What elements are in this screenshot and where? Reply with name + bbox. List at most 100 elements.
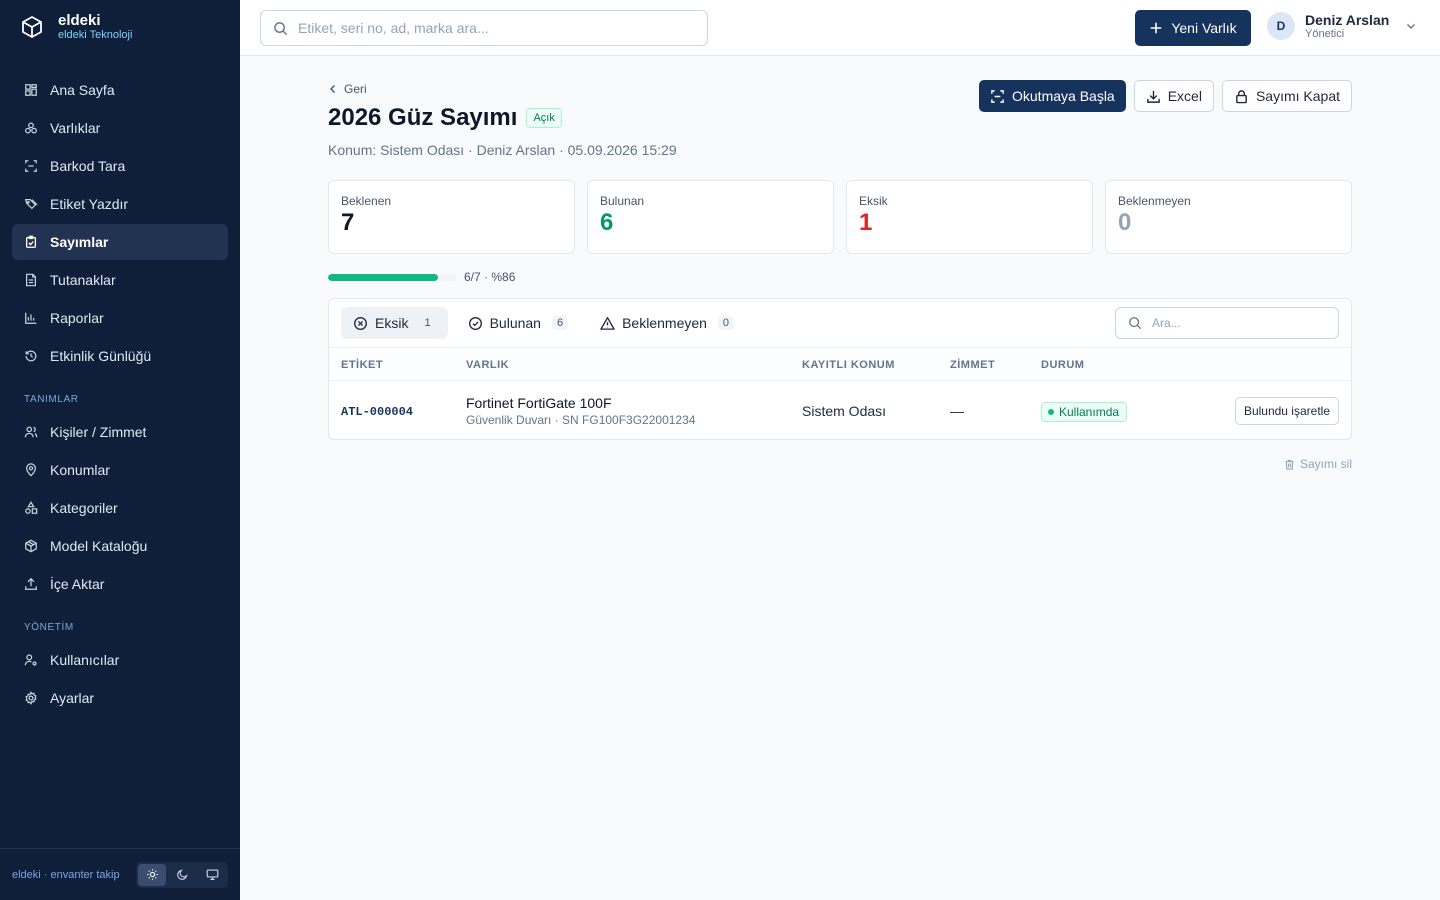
progress-fill — [328, 273, 439, 281]
page-title: 2026 Güz Sayımı — [328, 104, 518, 131]
user-name: Deniz Arslan — [1305, 12, 1390, 28]
tab-found[interactable]: Bulunan 6 — [456, 307, 581, 339]
history-icon — [25, 350, 37, 362]
scan-icon — [991, 89, 1004, 103]
gear-icon — [25, 691, 37, 705]
topbar: Yeni Varlık D Deniz Arslan Yönetici — [240, 0, 1440, 56]
sidebar-nav: Ana Sayfa Varlıklar Barkod Tara Etiket Y… — [12, 72, 228, 718]
sidebar-item-barkod-tara[interactable]: Barkod Tara — [12, 148, 228, 184]
theme-system-button[interactable] — [198, 864, 226, 886]
user-role: Yönetici — [1305, 28, 1345, 40]
brand[interactable]: eldeki eldeki Teknoloji — [20, 12, 132, 42]
status-badge: Açık — [526, 108, 562, 128]
plus-icon — [1151, 22, 1162, 34]
stat-label: Beklenmeyen — [1118, 194, 1191, 208]
tab-missing[interactable]: Eksik 1 — [341, 307, 448, 339]
sidebar-item-label: Konumlar — [50, 462, 110, 478]
back-link[interactable]: Geri — [328, 82, 367, 96]
close-count-button[interactable]: Sayımı Kapat — [1221, 80, 1352, 112]
user-menu[interactable]: D Deniz Arslan Yönetici — [1267, 12, 1417, 40]
sidebar-item-label: İçe Aktar — [50, 576, 105, 592]
stat-value: 7 — [341, 209, 355, 236]
sidebar-item-ayarlar[interactable]: Ayarlar — [12, 680, 228, 716]
mark-found-button[interactable]: Bulundu işaretle — [1234, 397, 1339, 425]
sidebar-item-tutanaklar[interactable]: Tutanaklar — [12, 262, 228, 298]
stat-value: 0 — [1118, 209, 1132, 236]
count-meta: Konum: Sistem Odası · Deniz Arslan · 05.… — [328, 142, 677, 158]
clipboard-check-icon — [25, 235, 37, 248]
sidebar-item-label: Kategoriler — [50, 500, 118, 516]
excel-button[interactable]: Excel — [1133, 80, 1214, 112]
bar-chart-icon — [25, 312, 37, 324]
table-search[interactable] — [1115, 307, 1339, 339]
start-scan-button[interactable]: Okutmaya Başla — [979, 80, 1126, 112]
sidebar-item-label: Raporlar — [50, 310, 104, 326]
package-icon — [25, 539, 37, 553]
table-search-input[interactable] — [1152, 316, 1322, 330]
result-tabs: Eksik 1 Bulunan 6 Beklenmeyen 0 — [341, 307, 746, 339]
scan-icon — [25, 160, 37, 172]
delete-count-link[interactable]: Sayımı sil — [1284, 457, 1352, 471]
status-dot — [1048, 409, 1054, 415]
sidebar-item-label: Barkod Tara — [50, 158, 126, 174]
sidebar-item-label: Etiket Yazdır — [50, 196, 129, 212]
nav-section-admin: YÖNETİM — [24, 622, 74, 633]
upload-icon — [25, 577, 37, 590]
stat-label: Eksik — [859, 194, 888, 208]
asset-name[interactable]: Fortinet FortiGate 100F — [466, 395, 695, 411]
status-cell: Kullanımda — [1041, 402, 1128, 422]
sidebar-item-etkinlik-gunlugu[interactable]: Etkinlik Günlüğü — [12, 338, 228, 374]
stat-card-expected: Beklenen 7 — [328, 180, 575, 254]
sidebar-item-varliklar[interactable]: Varlıklar — [12, 110, 228, 146]
theme-dark-button[interactable] — [168, 864, 196, 886]
file-text-icon — [26, 273, 36, 287]
new-asset-label: Yeni Varlık — [1171, 20, 1237, 36]
search-icon — [274, 21, 288, 35]
warning-triangle-icon — [600, 316, 615, 330]
chevron-left-icon — [330, 85, 335, 93]
sidebar-item-sayimlar[interactable]: Sayımlar — [12, 224, 228, 260]
sidebar-item-label: Kullanıcılar — [50, 652, 120, 668]
tab-count: 0 — [717, 316, 735, 330]
sidebar-item-kisiler[interactable]: Kişiler / Zimmet — [12, 414, 228, 450]
sidebar-item-label: Ana Sayfa — [50, 82, 115, 98]
search-icon — [1129, 317, 1142, 330]
stat-card-missing: Eksik 1 — [846, 180, 1093, 254]
sidebar-item-label: Model Kataloğu — [50, 538, 148, 554]
sidebar-item-raporlar[interactable]: Raporlar — [12, 300, 228, 336]
column-header-asset: VARLIK — [466, 359, 510, 371]
x-circle-icon — [354, 316, 367, 330]
stat-value: 6 — [600, 209, 614, 236]
sidebar-item-konumlar[interactable]: Konumlar — [12, 452, 228, 488]
start-scan-label: Okutmaya Başla — [1012, 88, 1115, 104]
tab-count: 1 — [424, 317, 431, 329]
global-search[interactable] — [260, 10, 708, 46]
sidebar-item-label: Tutanaklar — [50, 272, 116, 288]
theme-light-button[interactable] — [138, 863, 166, 886]
check-circle-icon — [468, 316, 482, 330]
table-header: ETİKET VARLIK KAYITLI KONUM ZİMMET DURUM — [329, 347, 1351, 381]
stat-label: Beklenen — [341, 194, 392, 208]
column-header-tag: ETİKET — [341, 359, 384, 371]
new-asset-button[interactable]: Yeni Varlık — [1135, 10, 1251, 46]
sidebar-item-kullanicilar[interactable]: Kullanıcılar — [12, 642, 228, 678]
sun-icon — [146, 869, 158, 880]
tab-label: Bulunan — [489, 315, 541, 331]
tab-count: 6 — [551, 316, 569, 330]
sidebar-item-ana-sayfa[interactable]: Ana Sayfa — [12, 72, 228, 108]
sidebar-item-ice-aktar[interactable]: İçe Aktar — [12, 566, 228, 602]
status-badge: Kullanımda — [1041, 402, 1128, 422]
users-icon — [24, 426, 38, 438]
asset-cell: Fortinet FortiGate 100F Güvenlik Duvarı … — [466, 395, 695, 427]
tags-icon — [24, 199, 38, 210]
global-search-input[interactable] — [298, 20, 698, 36]
sidebar-item-etiket-yazdir[interactable]: Etiket Yazdır — [12, 186, 228, 222]
sidebar-item-model-katalogu[interactable]: Model Kataloğu — [12, 528, 228, 564]
sidebar-item-label: Sayımlar — [50, 234, 109, 250]
sidebar-item-kategoriler[interactable]: Kategoriler — [12, 490, 228, 526]
tab-unexpected[interactable]: Beklenmeyen 0 — [588, 307, 746, 339]
sidebar: eldeki eldeki Teknoloji Ana Sayfa Varlık… — [0, 0, 240, 900]
boxes-icon — [25, 122, 37, 134]
asset-tag[interactable]: ATL-000004 — [341, 405, 413, 419]
cube-logo-icon — [22, 16, 42, 38]
